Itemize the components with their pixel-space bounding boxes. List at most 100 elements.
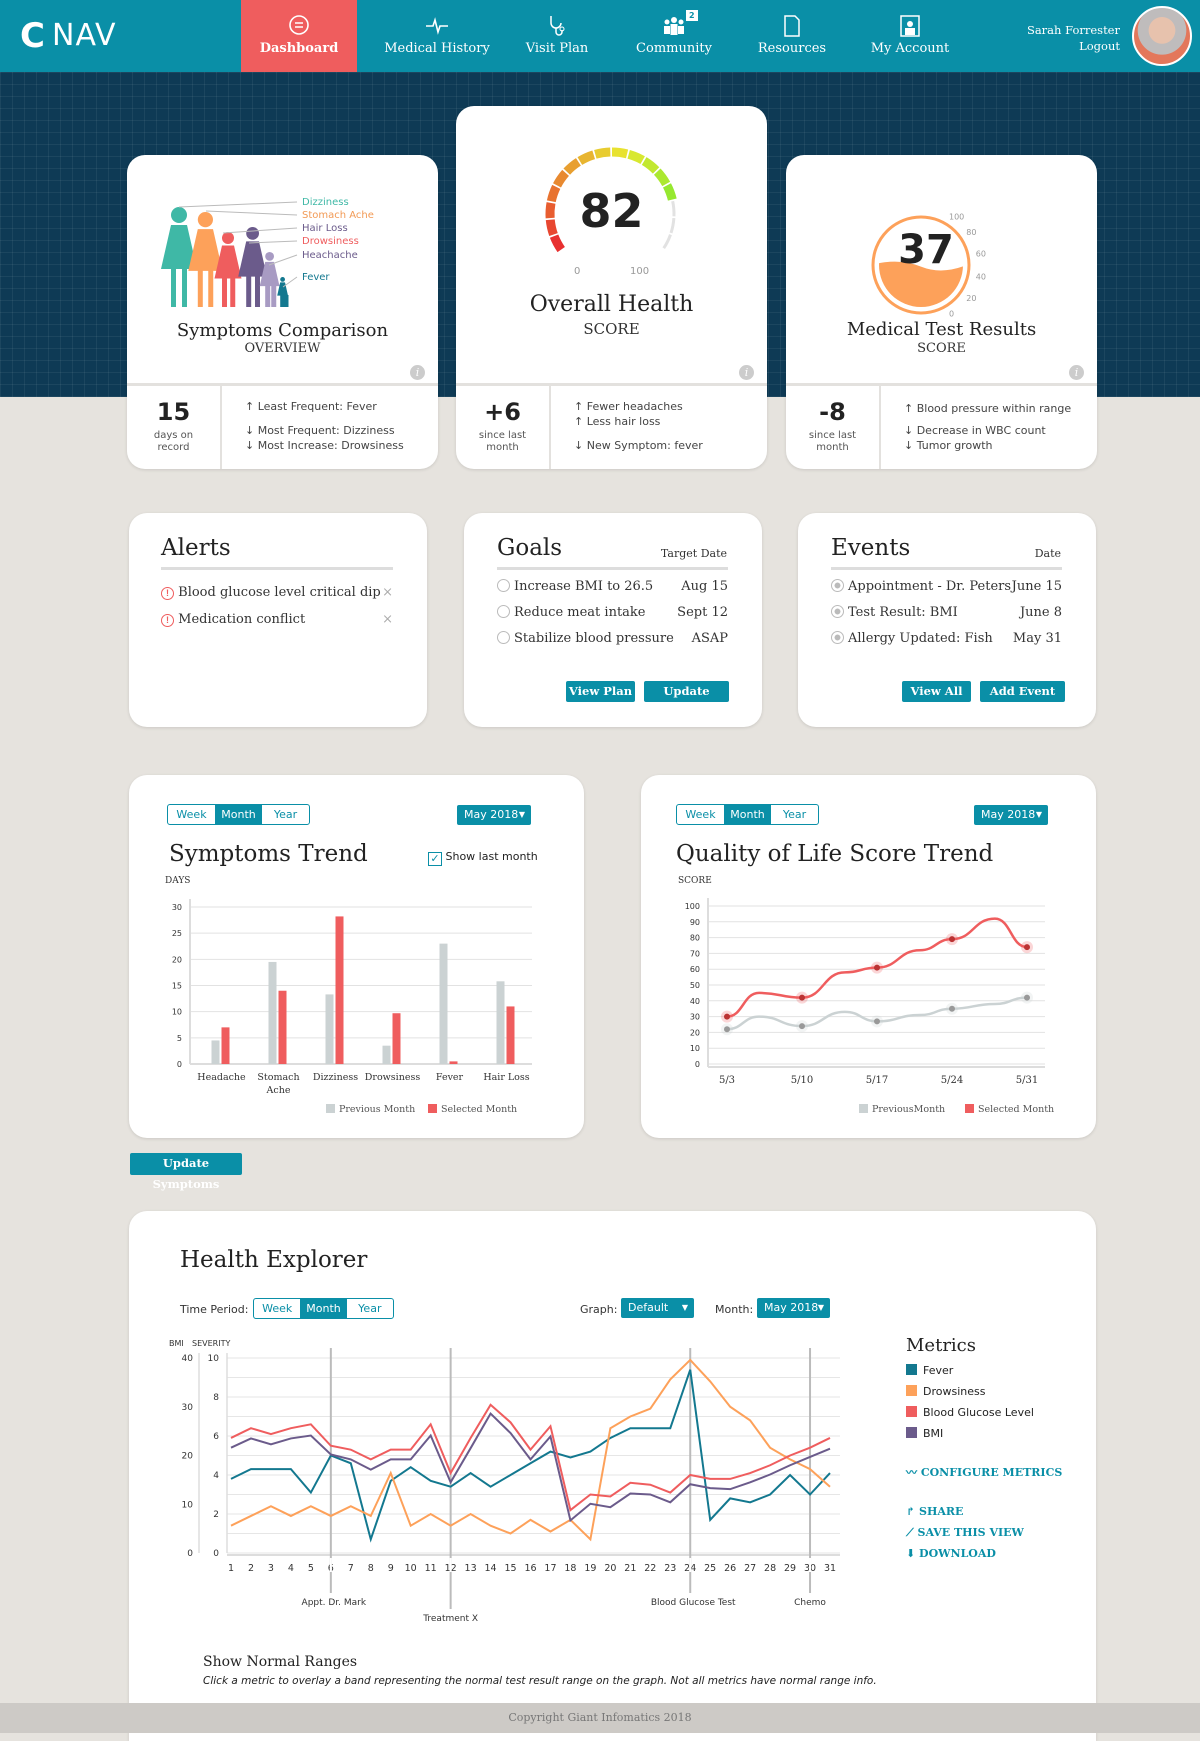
delta-value: +6 — [484, 398, 521, 426]
day-tick-label: 15 — [504, 1563, 516, 1574]
info-icon[interactable]: i — [1069, 365, 1084, 380]
alert-item[interactable]: ! Blood glucose level critical dip × — [161, 585, 393, 600]
symptoms-trend-card: Week Month Year May 2018 ▼ Symptoms Trend ✓… — [129, 775, 584, 1138]
nav-my-account[interactable]: My Account — [852, 0, 968, 72]
metric-bmi[interactable]: BMI — [906, 1427, 943, 1440]
alert-text: Medication conflict — [178, 612, 306, 627]
target-icon — [497, 631, 510, 644]
data-point — [874, 964, 880, 971]
metric-fever[interactable]: Fever — [906, 1364, 953, 1377]
nav-resources[interactable]: Resources — [734, 0, 850, 72]
item-date: June 8 — [1019, 605, 1062, 620]
save-view-link[interactable]: ⟋ SAVE THIS VIEW — [906, 1526, 1024, 1540]
nav-visit-plan[interactable]: Visit Plan — [499, 0, 615, 72]
days-count: 15 — [156, 398, 191, 426]
metric-drowsiness[interactable]: Drowsiness — [906, 1385, 985, 1398]
logo[interactable]: C NAV — [20, 18, 140, 54]
day-tick-label: 26 — [724, 1563, 736, 1574]
stat-line: ↑ Least Frequent: Fever — [245, 400, 377, 413]
card-stats: 15 days on record ↑ Least Frequent: Feve… — [127, 383, 438, 469]
severity-tick-label: 10 — [208, 1354, 220, 1364]
update-goals-button[interactable]: Update Goals — [644, 681, 729, 719]
info-icon[interactable]: i — [739, 365, 754, 380]
day-tick-label: 7 — [348, 1563, 354, 1574]
stat-line: ↑ Fewer headaches — [574, 400, 683, 413]
health-explorer-chart[interactable]: BMISEVERITY02468100102030401234567891011… — [129, 1211, 889, 1631]
symptoms-bar-chart: DAYS 0 5 10 15 20 25 30 Headache Stomach Ache Dizzi… — [165, 876, 532, 1115]
dismiss-icon[interactable]: × — [382, 612, 393, 627]
leader-line — [205, 210, 298, 216]
bar-previous-month — [382, 1045, 391, 1064]
day-tick-label: 4 — [288, 1563, 294, 1574]
data-point — [799, 994, 805, 1001]
y-tick-label: 10 — [172, 1008, 182, 1017]
normal-ranges-title[interactable]: Show Normal Ranges — [203, 1654, 357, 1670]
event-icon — [831, 631, 844, 644]
day-tick-label: 3 — [268, 1563, 274, 1574]
metric-label: Fever — [923, 1364, 954, 1377]
gauge-segment — [549, 234, 565, 253]
item-label: Appointment - Dr. Peters — [848, 579, 1012, 594]
alerts-title: Alerts — [161, 535, 231, 561]
leader-line — [282, 276, 298, 288]
goals-item[interactable]: Stabilize blood pressure ASAP — [497, 631, 728, 646]
nav-dashboard[interactable]: Dashboard — [241, 0, 357, 72]
bmi-tick-label: 10 — [182, 1500, 194, 1510]
logout-link[interactable]: Logout — [1027, 38, 1120, 54]
y-tick-label: 0 — [177, 1060, 182, 1069]
download-link[interactable]: ⬇ DOWNLOAD — [906, 1547, 996, 1560]
y-tick-label: 25 — [172, 929, 182, 938]
bar-selected-month — [506, 1006, 515, 1064]
share-link[interactable]: ↱ SHARE — [906, 1505, 963, 1518]
bmi-axis-label: BMI — [169, 1339, 184, 1348]
view-plan-button[interactable]: View Plan — [566, 681, 635, 702]
symptom-legend-label: Heachache — [302, 250, 358, 261]
metric-label: BMI — [923, 1427, 944, 1440]
add-event-button[interactable]: Add Event — [980, 681, 1065, 702]
events-item[interactable]: Test Result: BMI June 8 — [831, 605, 1062, 620]
goals-item[interactable]: Reduce meat intake Sept 12 — [497, 605, 728, 620]
data-point — [1024, 994, 1030, 1001]
legend-swatch — [965, 1104, 974, 1113]
day-tick-label: 19 — [584, 1563, 596, 1574]
day-tick-label: 31 — [824, 1563, 836, 1574]
avatar[interactable] — [1132, 6, 1192, 66]
view-all-button[interactable]: View All — [902, 681, 971, 702]
configure-icon: 〰 — [906, 1466, 921, 1479]
day-tick-label: 1 — [228, 1563, 234, 1574]
alert-item[interactable]: ! Medication conflict × — [161, 612, 393, 627]
nav-medical-history[interactable]: Medical History — [379, 0, 495, 72]
card-stats: -8 since last month ↑ Blood pressure wit… — [786, 383, 1097, 469]
gauge-segment — [577, 150, 596, 165]
y-tick-label: 5 — [177, 1034, 182, 1043]
symptom-legend-label: Dizziness — [302, 197, 349, 208]
bar-selected-month — [449, 1061, 458, 1064]
day-tick-label: 11 — [425, 1563, 437, 1574]
goals-item[interactable]: Increase BMI to 26.5 Aug 15 — [497, 579, 728, 594]
bar-previous-month — [325, 994, 334, 1064]
symptoms-comparison-card[interactable]: Dizziness Stomach Ache Hair Loss Drowsiness… — [127, 155, 438, 469]
events-item[interactable]: Allergy Updated: Fish May 31 — [831, 631, 1062, 646]
gauge-min-label: 0 — [574, 266, 581, 277]
medical-test-card[interactable]: 100 80 60 40 20 0 37 Medical Test Results SCO… — [786, 155, 1097, 469]
event-label: Chemo — [794, 1598, 826, 1608]
target-icon — [497, 579, 510, 592]
alert-icon: ! — [161, 587, 174, 600]
event-label: Appt. Dr. Mark — [302, 1598, 367, 1608]
user-menu: Sarah Forrester Logout — [1027, 22, 1120, 54]
metric-blood-glucose-level[interactable]: Blood Glucose Level — [906, 1406, 1034, 1419]
dismiss-icon[interactable]: × — [382, 585, 393, 600]
alerts-card: Alerts ! Blood glucose level critical di… — [129, 513, 427, 727]
bar-previous-month — [439, 943, 448, 1064]
event-icon — [831, 579, 844, 592]
nav-community[interactable]: Community 2 — [616, 0, 732, 72]
update-symptoms-button[interactable]: Update Symptoms — [130, 1153, 242, 1191]
card-subtitle: SCORE — [917, 341, 966, 356]
events-item[interactable]: Appointment - Dr. Peters June 15 — [831, 579, 1062, 594]
configure-metrics-link[interactable]: 〰 CONFIGURE METRICS — [906, 1464, 1062, 1480]
overall-health-card[interactable]: 82 0 100 Overall Health SCORE i +6 since… — [456, 106, 767, 469]
nav-label: Community — [636, 41, 712, 56]
item-label: Reduce meat intake — [514, 605, 646, 620]
info-icon[interactable]: i — [410, 365, 425, 380]
gauge-segment — [627, 149, 645, 165]
